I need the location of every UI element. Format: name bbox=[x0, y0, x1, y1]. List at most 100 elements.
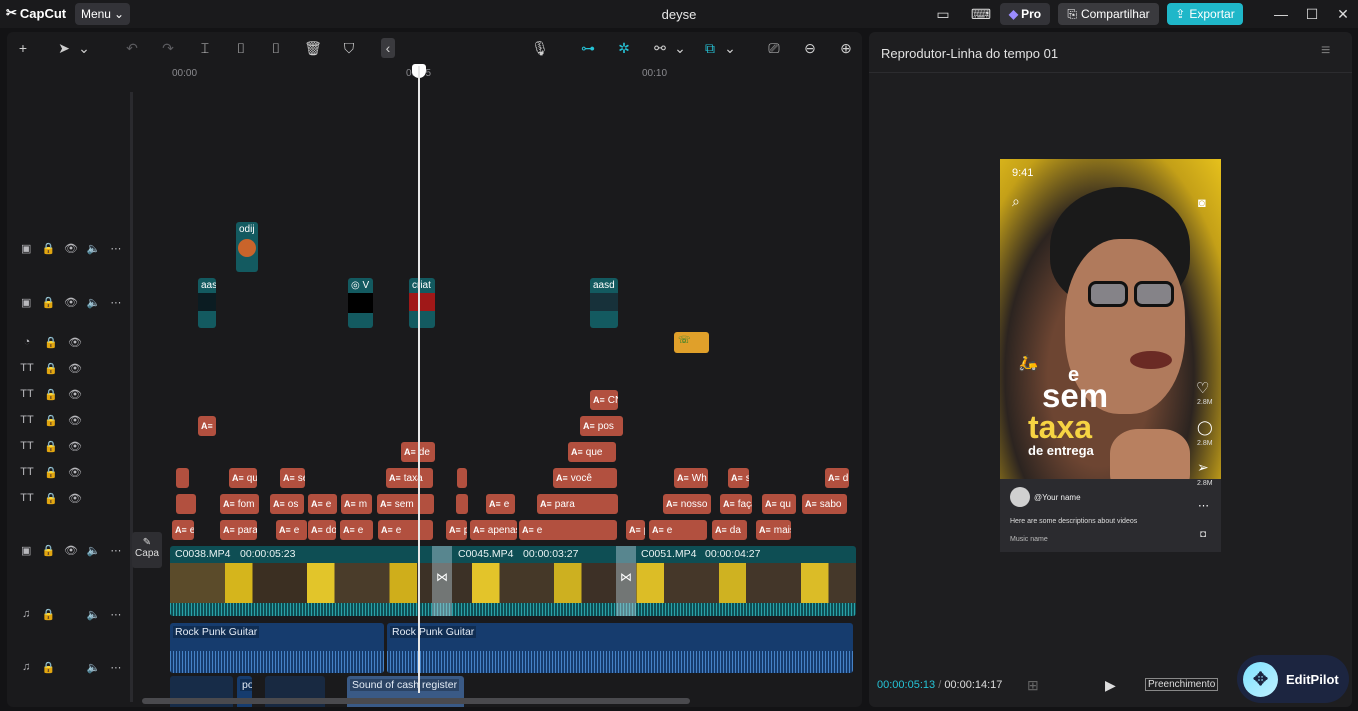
hamburger-icon[interactable]: ≡ bbox=[1321, 42, 1330, 60]
auto-snap-icon[interactable]: ✲ bbox=[613, 38, 635, 58]
audio-clip[interactable]: Rock Punk Guitar bbox=[170, 623, 384, 673]
tracks-area[interactable]: odij aas ◎ V criat aasd ☏ A≡CNA≡eA≡posA≡… bbox=[170, 80, 862, 707]
transition-handle[interactable]: ⋈ bbox=[616, 546, 636, 616]
split-right-icon[interactable]: ⌷ bbox=[265, 38, 287, 58]
lock-icon[interactable]: 🔒 bbox=[37, 296, 59, 309]
eye-icon[interactable]: 👁 bbox=[63, 492, 87, 505]
text-clip[interactable]: A≡ do bbox=[308, 520, 336, 540]
delete-icon[interactable]: 🗑 bbox=[302, 38, 324, 58]
lock-icon[interactable]: 🔒 bbox=[37, 661, 59, 674]
eye-icon[interactable]: 👁 bbox=[60, 242, 82, 255]
zoom-out-icon[interactable]: ⊖ bbox=[799, 38, 821, 58]
text-clip[interactable] bbox=[456, 494, 468, 514]
text-clip[interactable]: A≡se bbox=[728, 468, 749, 488]
text-clip[interactable]: A≡ d bbox=[825, 468, 849, 488]
screen-icon[interactable]: ⎚ bbox=[763, 38, 785, 58]
text-clip[interactable]: A≡CN bbox=[590, 390, 618, 410]
layout-icon[interactable]: ▭ bbox=[932, 4, 954, 24]
audio-clip[interactable]: Rock Punk Guitar bbox=[387, 623, 853, 673]
more-icon[interactable]: ⋯ bbox=[105, 296, 127, 309]
lock-icon[interactable]: 🔒 bbox=[39, 492, 63, 505]
text-clip[interactable] bbox=[176, 494, 196, 514]
cover-button[interactable]: ✎ Capa bbox=[132, 532, 162, 568]
overlay-clip[interactable]: ◎ V bbox=[348, 278, 373, 328]
lock-icon[interactable]: 🔒 bbox=[39, 362, 63, 375]
share-button[interactable]: ⎘ Compartilhar bbox=[1058, 3, 1159, 25]
lock-icon[interactable]: 🔒 bbox=[37, 608, 59, 621]
shield-icon[interactable]: ⛉ bbox=[338, 38, 360, 58]
split-icon[interactable]: ⌶ bbox=[194, 38, 216, 58]
more-icon[interactable]: ⋯ bbox=[105, 242, 127, 255]
split-left-icon[interactable]: ⌷ bbox=[230, 38, 252, 58]
text-clip[interactable]: A≡ m bbox=[341, 494, 372, 514]
pro-button[interactable]: ◆ Pro bbox=[1000, 3, 1050, 25]
maximize-icon[interactable]: ☐ bbox=[1301, 4, 1323, 24]
text-clip[interactable]: A≡pelo bbox=[626, 520, 645, 540]
text-clip[interactable]: A≡ pos bbox=[580, 416, 623, 436]
zoom-in-icon[interactable]: ⊕ bbox=[835, 38, 857, 58]
text-clip[interactable]: A≡ os bbox=[270, 494, 304, 514]
text-clip[interactable]: A≡e bbox=[340, 520, 373, 540]
text-clip[interactable]: A≡e bbox=[276, 520, 307, 540]
more-icon[interactable]: ⋯ bbox=[105, 608, 127, 621]
select-tool-icon[interactable]: ➤ bbox=[53, 38, 75, 58]
text-clip[interactable]: A≡e bbox=[519, 520, 617, 540]
play-icon[interactable]: ▶ bbox=[1105, 677, 1116, 694]
more-icon[interactable]: ⋯ bbox=[105, 661, 127, 674]
text-clip[interactable]: A≡ sabo bbox=[802, 494, 847, 514]
redo-icon[interactable]: ↷ bbox=[157, 38, 179, 58]
editpilot-button[interactable]: ✥ EditPilot bbox=[1237, 655, 1349, 703]
chevron-left-icon[interactable]: ‹ bbox=[381, 38, 395, 58]
grid-icon[interactable]: ⊞ bbox=[1027, 677, 1039, 694]
export-button[interactable]: ⇪ Exportar bbox=[1167, 3, 1243, 25]
lock-icon[interactable]: 🔒 bbox=[39, 466, 63, 479]
text-clip[interactable]: A≡apenas bbox=[470, 520, 517, 540]
chevron-down-icon[interactable]: ⌄ bbox=[77, 38, 91, 58]
text-clip[interactable]: A≡ para bbox=[537, 494, 618, 514]
text-clip[interactable]: A≡ sem bbox=[377, 494, 434, 514]
minimize-icon[interactable]: — bbox=[1270, 4, 1292, 24]
fit-mode-button[interactable]: Preenchimento bbox=[1145, 678, 1219, 691]
shortcut-icon[interactable]: ⌨ bbox=[970, 4, 992, 24]
horizontal-scrollbar[interactable] bbox=[142, 698, 690, 704]
text-clip[interactable]: A≡ qu bbox=[762, 494, 796, 514]
transition-handle[interactable]: ⋈ bbox=[432, 546, 452, 616]
microphone-icon[interactable]: 🎙 bbox=[529, 38, 551, 58]
text-clip[interactable]: A≡ nosso bbox=[663, 494, 711, 514]
text-clip[interactable]: A≡ taxa bbox=[386, 468, 433, 488]
speaker-icon[interactable]: 🔈 bbox=[82, 608, 104, 621]
text-clip[interactable] bbox=[457, 468, 467, 488]
video-preview[interactable]: 9:41 ⌕ ◙ 🛵 e sem taxa de entrega ♡ 2.8M … bbox=[1000, 159, 1221, 552]
eye-icon[interactable]: 👁 bbox=[63, 362, 87, 375]
eye-icon[interactable]: 👁 bbox=[60, 296, 82, 309]
preview-axis-icon[interactable]: ⧉ bbox=[699, 38, 721, 58]
eye-icon[interactable]: 👁 bbox=[63, 336, 87, 349]
undo-icon[interactable]: ↶ bbox=[121, 38, 143, 58]
chevron-down-icon[interactable]: ⌄ bbox=[673, 38, 687, 58]
lock-icon[interactable]: 🔒 bbox=[37, 544, 59, 557]
text-clip[interactable] bbox=[176, 468, 189, 488]
text-clip[interactable]: A≡e bbox=[308, 494, 337, 514]
text-clip[interactable]: A≡e bbox=[198, 416, 216, 436]
text-clip[interactable]: A≡e bbox=[172, 520, 194, 540]
text-clip[interactable]: A≡prom bbox=[446, 520, 467, 540]
text-clip[interactable]: A≡que bbox=[229, 468, 257, 488]
text-clip[interactable]: A≡ fom bbox=[220, 494, 259, 514]
text-clip[interactable]: A≡e bbox=[649, 520, 707, 540]
magnet-icon[interactable]: ⊶ bbox=[577, 38, 599, 58]
eye-icon[interactable]: 👁 bbox=[63, 388, 87, 401]
text-clip[interactable]: A≡e bbox=[486, 494, 515, 514]
text-clip[interactable]: A≡ Wh bbox=[674, 468, 708, 488]
chevron-down-icon[interactable]: ⌄ bbox=[723, 38, 737, 58]
overlay-clip[interactable]: aas bbox=[198, 278, 216, 328]
text-clip[interactable]: A≡ você bbox=[553, 468, 617, 488]
eye-icon[interactable]: 👁 bbox=[60, 544, 82, 557]
add-icon[interactable]: + bbox=[12, 38, 34, 58]
overlay-clip[interactable]: odij bbox=[236, 222, 258, 272]
overlay-clip[interactable]: criat bbox=[409, 278, 435, 328]
main-video-track[interactable]: C0038.MP4 00:00:05:23 C0045.MP4 00:00:03… bbox=[170, 546, 856, 616]
lock-icon[interactable]: 🔒 bbox=[39, 414, 63, 427]
speaker-icon[interactable]: 🔈 bbox=[82, 544, 104, 557]
menu-button[interactable]: Menu ⌄ bbox=[75, 3, 130, 25]
text-clip[interactable]: A≡mais bbox=[756, 520, 791, 540]
